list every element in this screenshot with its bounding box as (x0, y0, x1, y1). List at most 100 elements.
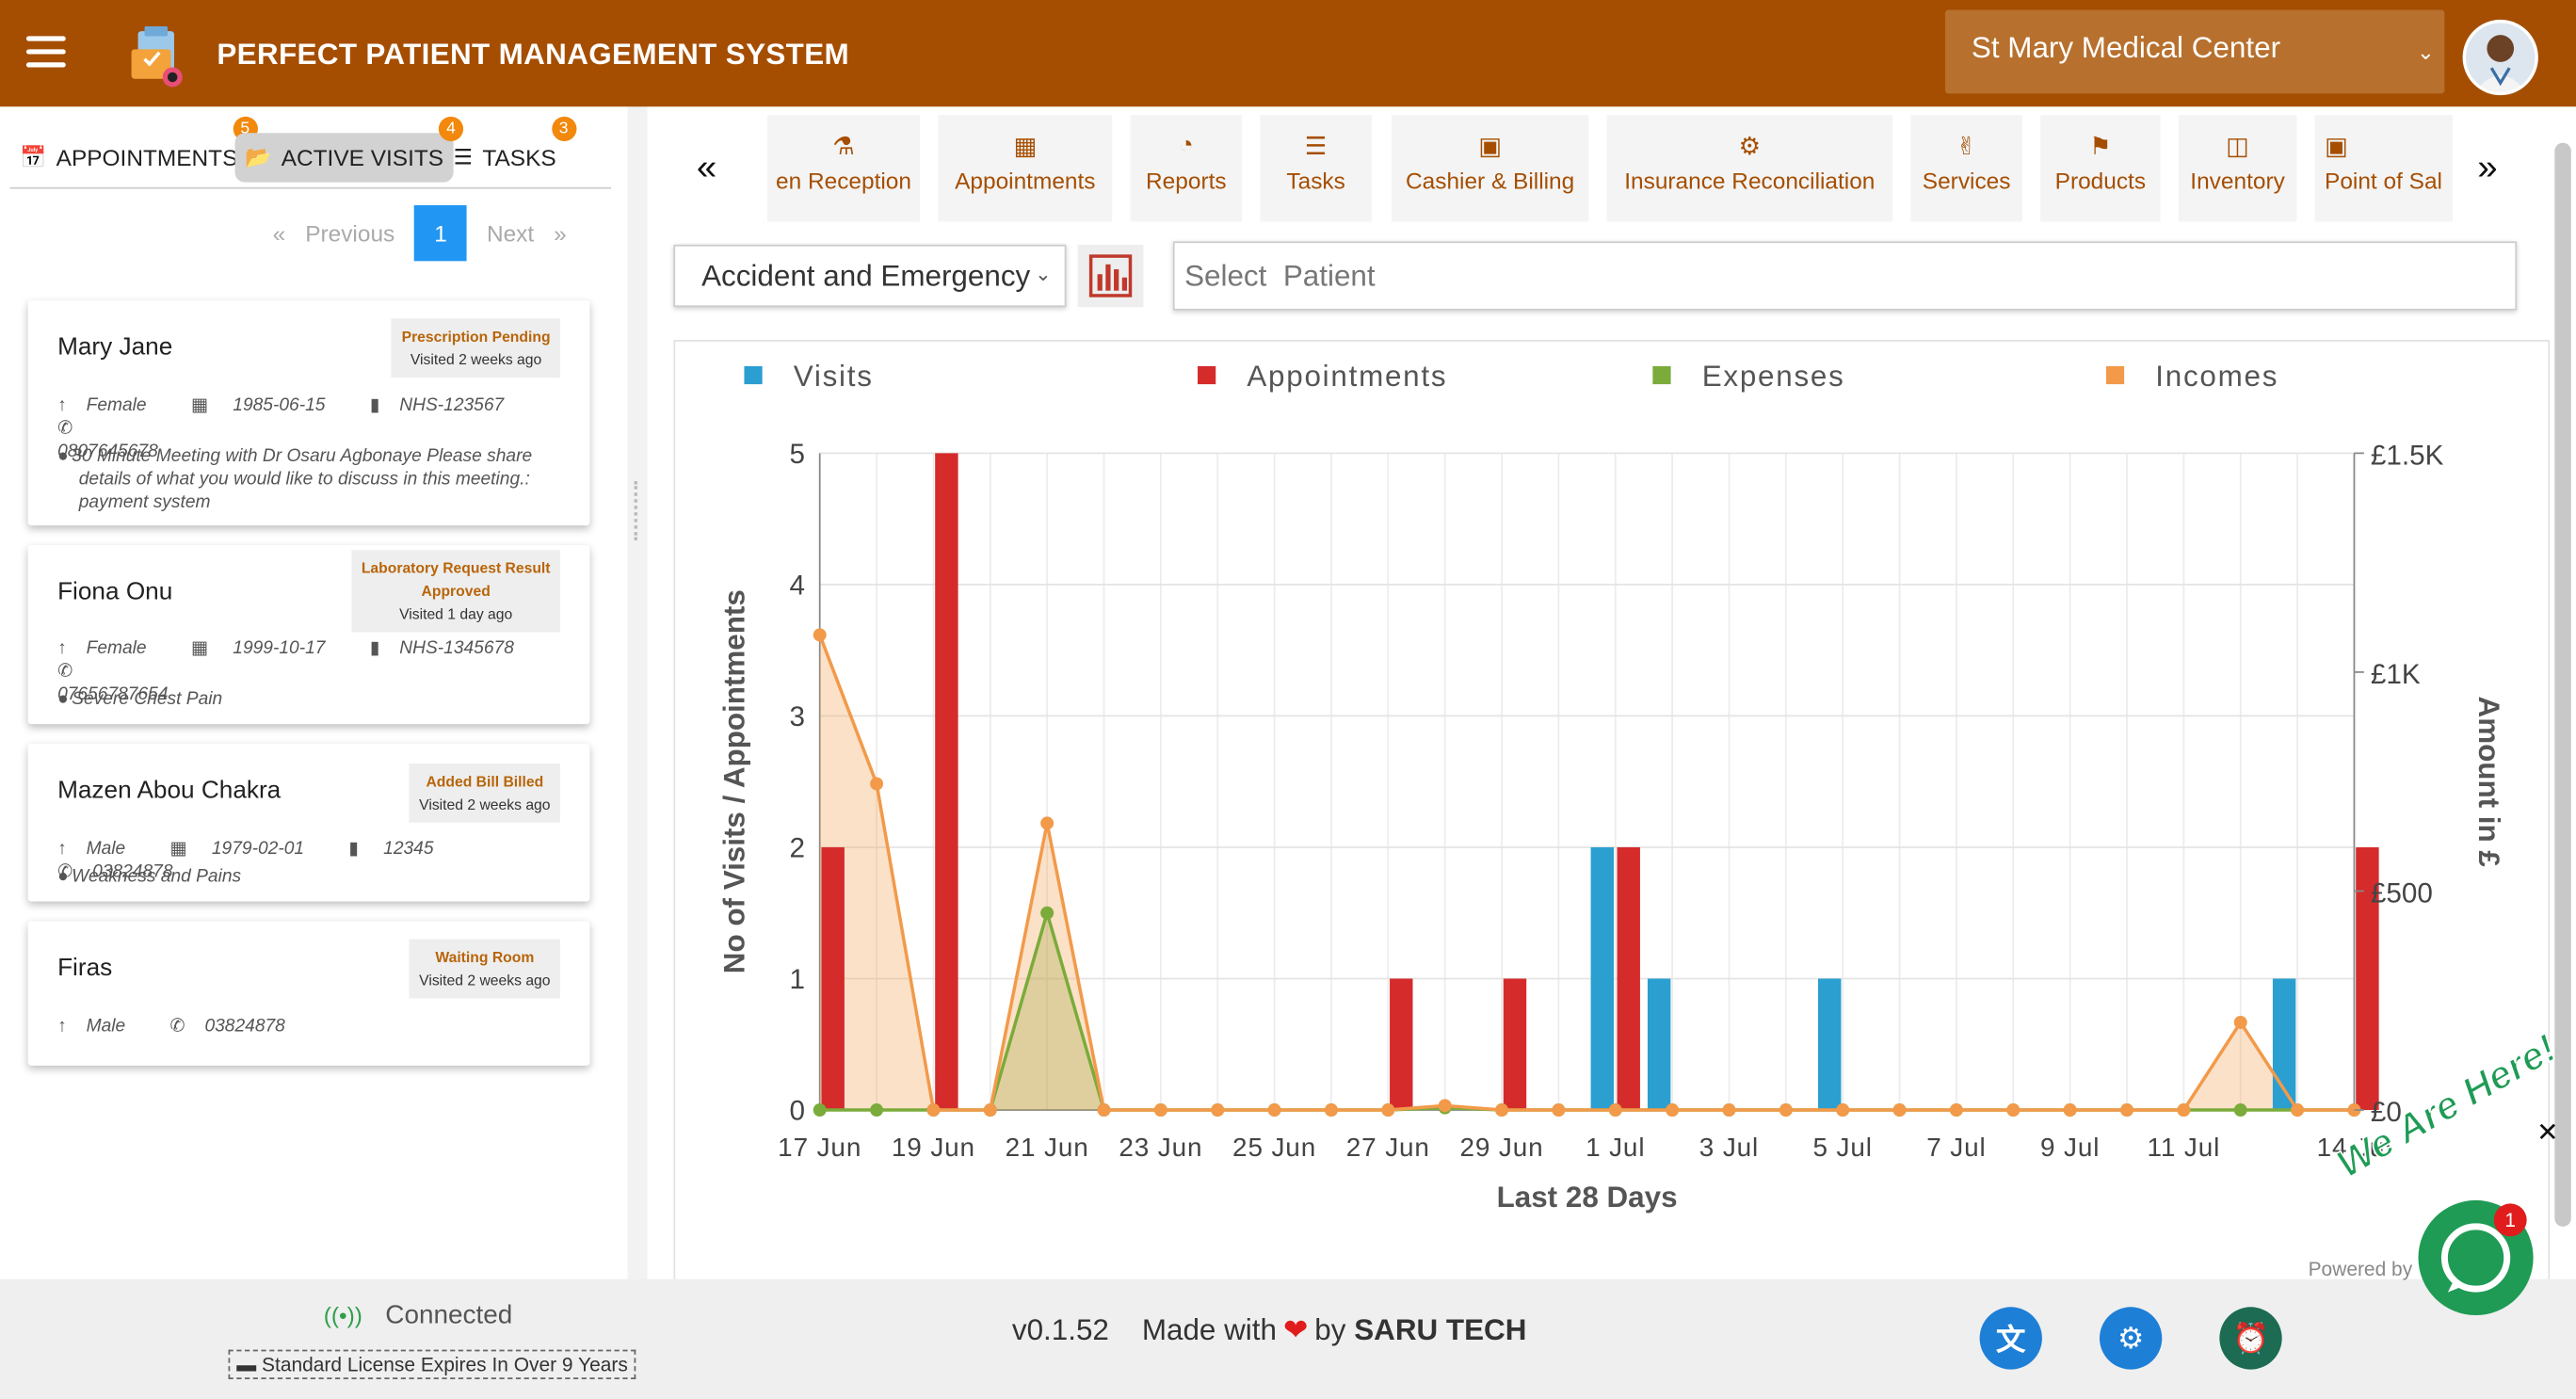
tasks-list-icon: ☰ (1304, 133, 1328, 161)
calendar-icon: ▦ (190, 395, 209, 416)
data-point-incomes (870, 777, 884, 791)
phone-icon: ✆ (169, 1016, 185, 1037)
data-point-expenses (2233, 1103, 2247, 1117)
user-avatar[interactable] (2462, 19, 2538, 96)
data-point-incomes (1722, 1103, 1736, 1117)
calendar-icon: ▦ (1013, 133, 1038, 161)
dob-text: 1979-02-01 (211, 839, 305, 860)
scroll-left-icon[interactable]: « (697, 146, 716, 188)
bar-appointments (935, 453, 958, 1111)
module-tasks[interactable]: ☰ Tasks (1260, 115, 1372, 222)
facility-select[interactable]: St Mary Medical Center ⌄ (1944, 9, 2445, 94)
scroll-right-icon[interactable]: » (2477, 146, 2497, 188)
data-point-incomes (2006, 1103, 2021, 1117)
info-circle-icon: ● (57, 446, 69, 467)
x-tick-label: 3 Jul (1699, 1133, 1759, 1162)
pagination: « Previous 1 Next » (263, 205, 576, 262)
module-products[interactable]: ⚑ Products (2040, 115, 2161, 222)
department-value: Accident and Emergency (701, 259, 1031, 293)
x-axis-title: Last 28 Days (1497, 1181, 1678, 1214)
gender-icon: ↑ (57, 395, 67, 416)
module-services[interactable]: ✌ Services (1910, 115, 2022, 222)
pagination-next[interactable]: Next (476, 220, 543, 247)
module-insurance-reconciliation[interactable]: ⚙ Insurance Reconciliation (1606, 115, 1893, 222)
legend-swatch (744, 365, 763, 385)
calendar-check-icon: 📅 (19, 144, 47, 169)
gender-text: Female (86, 395, 147, 416)
module-appointments[interactable]: ▦ Appointments (938, 115, 1113, 222)
tab-label: TASKS (482, 144, 556, 171)
facility-label: St Mary Medical Center (1971, 31, 2281, 65)
tab-label: ACTIVE VISITS (281, 144, 444, 171)
tab-active-visits[interactable]: 📂 ACTIVE VISITS 4 (234, 116, 464, 183)
y-tick-label: 1 (789, 964, 805, 995)
module-reception[interactable]: ⚗ en Reception (766, 115, 921, 222)
tab-tasks[interactable]: ☰ TASKS 3 (443, 116, 576, 182)
id-card-icon: ▮ (369, 395, 380, 416)
y-tick-label: 4 (789, 570, 805, 601)
visit-card[interactable]: Fiona Onu Laboratory Request Result Appr… (27, 545, 590, 725)
visit-card[interactable]: Mary Jane Prescription Pending Visited 2… (27, 300, 590, 526)
y-tick-label: 2 (789, 832, 805, 863)
footer: ((•)) Connected ▬ Standard License Expire… (0, 1278, 2576, 1399)
gender-icon: ↑ (57, 1016, 67, 1037)
module-point-of-sale[interactable]: ▣ Point of Sal (2314, 115, 2454, 222)
company-name: SARU TECH (1354, 1313, 1527, 1347)
chart-toggle-button[interactable] (1077, 244, 1144, 308)
pagination-next-icon: » (554, 219, 567, 247)
x-tick-label: 25 Jun (1232, 1133, 1316, 1162)
module-bar: ⚗ en Reception ▦ Appointments ◔ Reports … (766, 115, 2454, 222)
tab-appointments[interactable]: 📅 APPOINTMENTS 5 (9, 116, 258, 182)
y2-tick-label: £1K (2371, 659, 2421, 690)
calendar-icon: ▦ (190, 638, 209, 659)
pagination-current[interactable]: 1 (414, 205, 468, 262)
visit-card[interactable]: Firas Waiting Room Visited 2 weeks ago ↑… (27, 921, 590, 1066)
translate-button[interactable]: 文 (1979, 1307, 2042, 1370)
chat-close-icon[interactable]: ✕ (2536, 1117, 2558, 1150)
visit-card[interactable]: Mazen Abou Chakra Added Bill Billed Visi… (27, 744, 590, 902)
y2-axis-title: Amount in £ (2472, 697, 2505, 868)
chevron-down-icon: ⌄ (1035, 263, 1052, 286)
flask-icon: ⚗ (832, 133, 855, 161)
vertical-scrollbar[interactable] (2550, 106, 2576, 1278)
y-tick-label: 3 (789, 701, 805, 732)
y-tick-label: 0 (789, 1095, 805, 1126)
data-point-incomes (1211, 1103, 1225, 1117)
data-point-incomes (1381, 1103, 1395, 1117)
legend-label: Appointments (1247, 360, 1447, 393)
module-inventory[interactable]: ◫ Inventory (2178, 115, 2297, 222)
area-fill-incomes (819, 635, 2355, 1111)
alarm-button[interactable]: ⏰ (2219, 1307, 2282, 1370)
module-label: Point of Sal (2325, 167, 2442, 194)
bar-appointments (821, 846, 845, 1111)
note-text: Weakness and Pains (72, 866, 242, 887)
patient-search-input[interactable] (1172, 241, 2518, 311)
x-tick-label: 1 Jul (1586, 1133, 1645, 1162)
bar-visits (1818, 978, 1842, 1111)
pagination-previous[interactable]: Previous (296, 220, 405, 247)
status-badge: Added Bill Billed Visited 2 weeks ago (409, 764, 561, 823)
visited-text: Visited 2 weeks ago (410, 351, 542, 368)
folder-open-icon: 📂 (244, 144, 272, 169)
menu-icon[interactable] (25, 36, 66, 69)
visits-tabs: 📅 APPOINTMENTS 5 📂 ACTIVE VISITS 4 ☰ TAS… (9, 116, 612, 189)
module-cashier-billing[interactable]: ▣ Cashier & Billing (1391, 115, 1589, 222)
patient-name: Mazen Abou Chakra (57, 776, 282, 805)
signal-icon: ((•)) (323, 1302, 362, 1328)
visits-panel: 📅 APPOINTMENTS 5 📂 ACTIVE VISITS 4 ☰ TAS… (0, 106, 628, 1279)
gender-text: Male (86, 1016, 126, 1037)
module-reports[interactable]: ◔ Reports (1130, 115, 1243, 222)
status-badge: Laboratory Request Result Approved Visit… (351, 550, 561, 633)
data-point-expenses (870, 1103, 884, 1117)
note-text: 30 Minute Meeting with Dr Osaru Agbonaye… (72, 446, 533, 513)
module-label: Appointments (955, 167, 1096, 194)
status-badge: Waiting Room Visited 2 weeks ago (409, 939, 561, 999)
legend-swatch (1652, 365, 1671, 385)
y2-tick-label: £1.5K (2371, 441, 2444, 472)
x-tick-label: 7 Jul (1926, 1133, 1986, 1162)
panel-splitter[interactable] (627, 106, 648, 1279)
visit-note: ● 30 Minute Meeting with Dr Osaru Agbonay… (57, 445, 560, 514)
settings-button[interactable]: ⚙ (2099, 1307, 2163, 1370)
department-select[interactable]: Accident and Emergency ⌄ (673, 244, 1067, 308)
count-badge: 3 (551, 116, 576, 141)
